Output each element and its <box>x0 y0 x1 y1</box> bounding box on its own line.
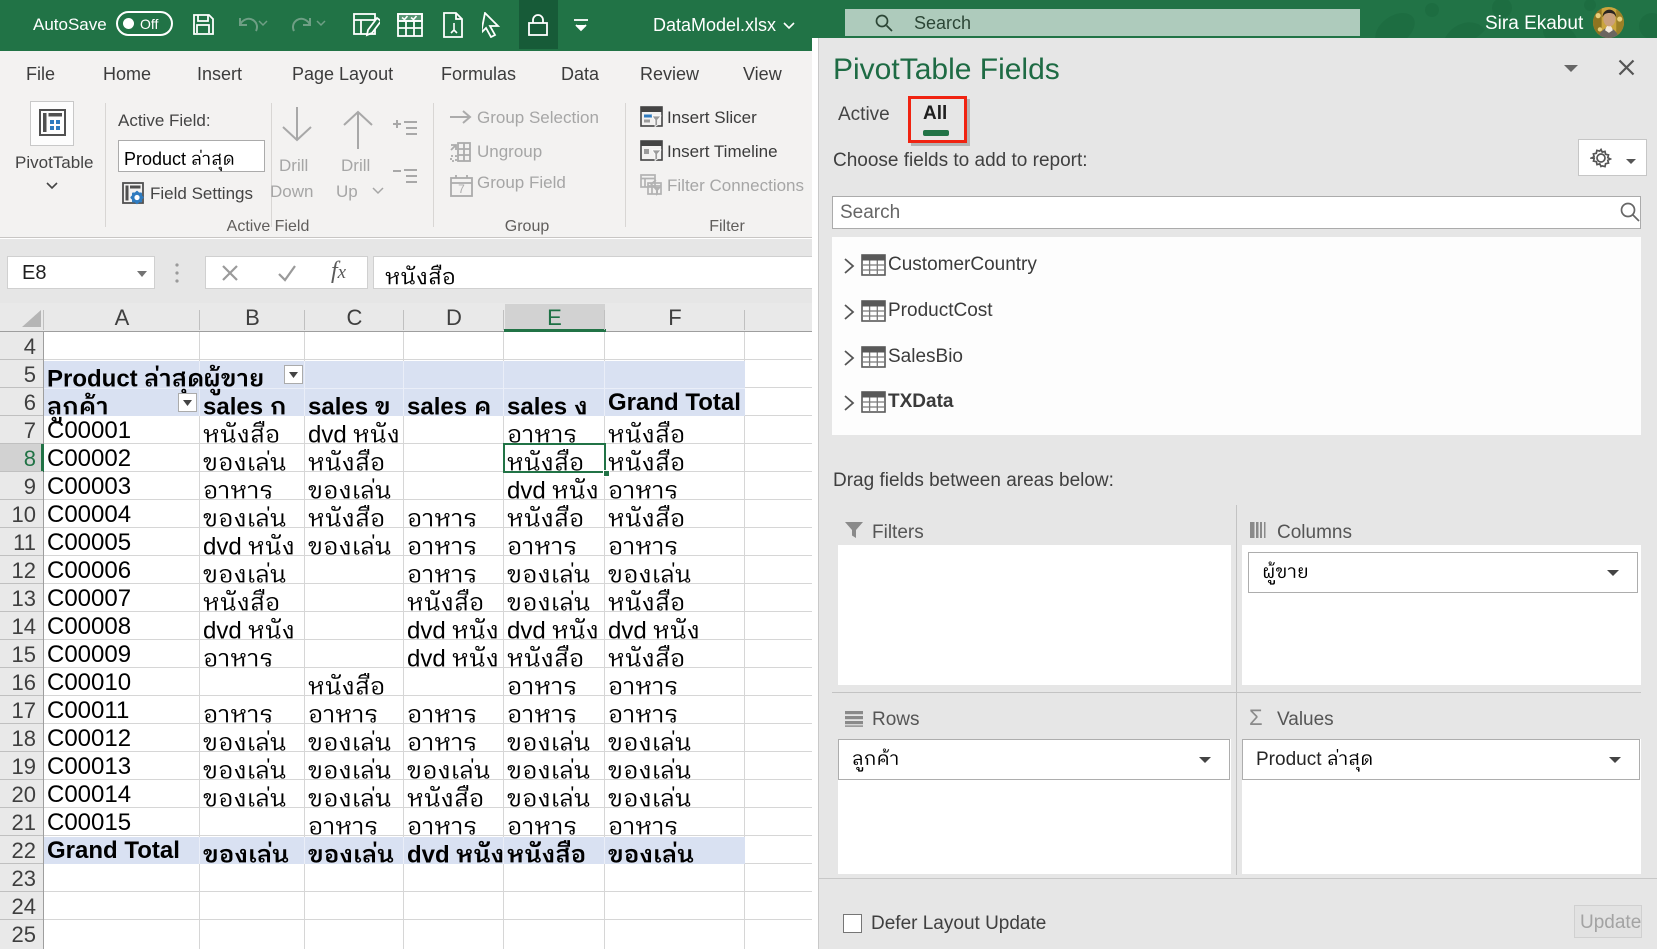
svg-text:7: 7 <box>458 182 465 196</box>
